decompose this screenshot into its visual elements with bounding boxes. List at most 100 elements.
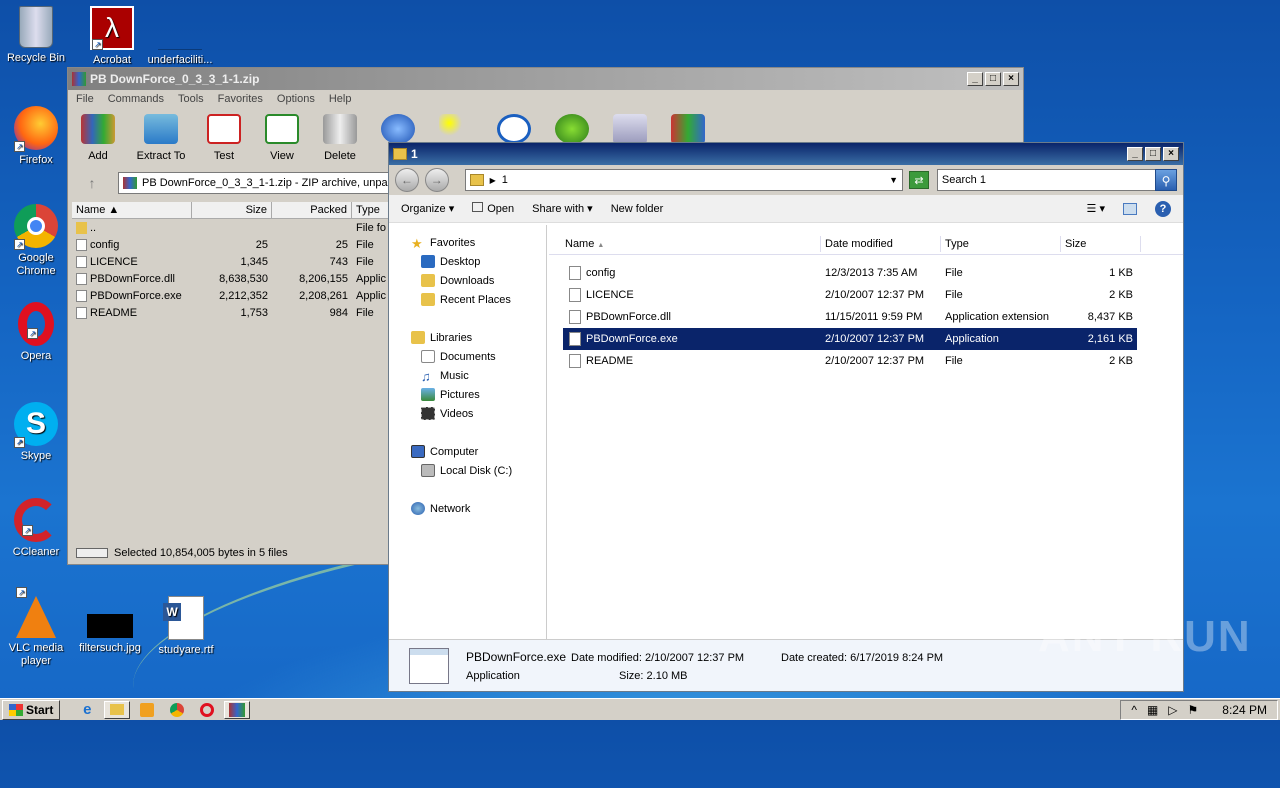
col-packed[interactable]: Packed — [272, 202, 352, 218]
nav-local-disk[interactable]: Local Disk (C:) — [389, 461, 546, 480]
tray-volume-icon[interactable]: ▷ — [1168, 703, 1177, 717]
cmd-label: Open — [487, 203, 515, 215]
list-item[interactable]: PBDownForce.dll 11/15/2011 9:59 PM Applica… — [563, 306, 1137, 328]
maximize-button[interactable]: □ — [1145, 147, 1161, 161]
col-type[interactable]: Type — [941, 235, 1061, 252]
table-row[interactable]: README 1,753 984 File — [72, 304, 388, 321]
desktop-icon-chrome[interactable]: ↗ Google Chrome — [2, 204, 70, 278]
delete-button[interactable]: Delete — [318, 114, 362, 166]
menu-commands[interactable]: Commands — [108, 93, 164, 107]
nav-favorites[interactable]: ★ Favorites — [389, 233, 546, 252]
nav-network[interactable]: Network — [389, 499, 546, 518]
file-icon — [76, 255, 87, 268]
forward-button[interactable]: → — [424, 168, 449, 192]
table-row[interactable]: PBDownForce.exe 2,212,352 2,208,261 Applic — [72, 287, 388, 304]
list-item[interactable]: config 12/3/2013 7:35 AM File 1 KB — [563, 262, 1137, 284]
list-item[interactable]: README 2/10/2007 12:37 PM File 2 KB — [563, 350, 1137, 372]
menu-file[interactable]: File — [76, 93, 94, 107]
desktop-icon-filtersuch[interactable]: filtersuch.jpg — [76, 596, 144, 655]
minimize-button[interactable]: _ — [1127, 147, 1143, 161]
desktop-icon-acrobat[interactable]: λ ↗ Acrobat — [78, 6, 146, 67]
explorer-titlebar[interactable]: 1 _ □ × — [389, 143, 1183, 165]
start-button[interactable]: Start — [2, 699, 61, 720]
new-folder-button[interactable]: New folder — [611, 203, 664, 215]
maximize-button[interactable]: □ — [985, 72, 1001, 86]
organize-button[interactable]: Organize ▾ — [401, 202, 454, 215]
exe-file-icon — [409, 648, 449, 684]
minimize-button[interactable]: _ — [967, 72, 983, 86]
preview-pane-icon[interactable] — [1123, 202, 1137, 215]
chevron-right-icon: ▶ — [489, 175, 496, 185]
tray-chevron-up-icon[interactable]: ^ — [1131, 703, 1137, 717]
help-icon[interactable]: ? — [1155, 200, 1171, 217]
close-button[interactable]: × — [1163, 147, 1179, 161]
extract-to-button[interactable]: Extract To — [134, 114, 188, 166]
desktop-icon-studyare[interactable]: W studyare.rtf — [152, 596, 220, 657]
taskbar-media-player-icon[interactable] — [134, 701, 160, 719]
nav-music[interactable]: ♫ Music — [389, 366, 546, 385]
table-row[interactable]: .. File fo — [72, 219, 388, 236]
desktop-icon-firefox[interactable]: ↗ Firefox — [2, 106, 70, 167]
list-item[interactable]: LICENCE 2/10/2007 12:37 PM File 2 KB — [563, 284, 1137, 306]
col-label: Name — [565, 237, 595, 250]
menu-tools[interactable]: Tools — [178, 93, 204, 107]
taskbar-ie-icon[interactable]: e — [74, 701, 100, 719]
winrar-titlebar[interactable]: PB DownForce_0_3_3_1-1.zip _ □ × — [68, 68, 1023, 90]
tray-network-icon[interactable]: ▦ — [1147, 703, 1158, 717]
up-arrow-icon[interactable]: ↑ — [72, 175, 112, 191]
chevron-down-icon[interactable]: ▼ — [889, 175, 898, 185]
desktop-icon-underfaciliti[interactable]: underfaciliti... — [146, 6, 214, 67]
add-button[interactable]: Add — [76, 114, 120, 166]
tray-flag-icon[interactable]: ⚑ — [1188, 703, 1199, 717]
search-input[interactable]: Search 1 — [936, 169, 1158, 191]
view-options-icon[interactable]: ☰ ▾ — [1087, 202, 1105, 215]
taskbar-winrar-icon[interactable] — [224, 700, 251, 719]
desktop-icon-skype[interactable]: S ↗ Skype — [2, 402, 70, 463]
table-row[interactable]: config 25 25 File — [72, 236, 388, 253]
test-button[interactable]: Test — [202, 114, 246, 166]
nav-documents[interactable]: Documents — [389, 347, 546, 366]
col-type[interactable]: Type — [352, 202, 388, 218]
file-date: 2/10/2007 12:37 PM — [825, 333, 925, 345]
file-icon — [569, 332, 581, 346]
file-name: README — [586, 354, 634, 367]
file-list[interactable]: Name ▲ Date modified Type Size config 12/… — [549, 225, 1183, 639]
back-button[interactable]: ← — [395, 168, 419, 192]
col-date[interactable]: Date modified — [821, 235, 941, 252]
nav-videos[interactable]: Videos — [389, 404, 546, 423]
table-row[interactable]: PBDownForce.dll 8,638,530 8,206,155 Applic — [72, 270, 388, 287]
winrar-filelist[interactable]: Name ▲ Size Packed Type .. File fo config 2… — [72, 202, 388, 544]
nav-desktop[interactable]: Desktop — [389, 252, 546, 271]
nav-pictures[interactable]: Pictures — [389, 385, 546, 404]
desktop-icon-ccleaner[interactable]: ↗ CCleaner — [2, 498, 70, 559]
search-icon[interactable]: ⚲ — [1155, 169, 1177, 191]
close-button[interactable]: × — [1003, 72, 1019, 86]
refresh-button[interactable]: ⇄ — [909, 171, 929, 189]
col-name[interactable]: Name ▲ — [72, 202, 192, 218]
col-size[interactable]: Size — [192, 202, 272, 218]
view-button[interactable]: View — [260, 114, 304, 166]
table-row[interactable]: LICENCE 1,345 743 File — [72, 253, 388, 270]
desktop-icon-opera[interactable]: ↗ Opera — [2, 302, 70, 363]
address-bar[interactable]: ▶ 1 ▼ — [464, 169, 904, 191]
nav-libraries[interactable]: Libraries — [389, 328, 546, 347]
share-with-button[interactable]: Share with ▾ — [532, 202, 593, 215]
desktop-icon-vlc[interactable]: ↗ VLC media player — [2, 587, 70, 668]
open-button[interactable]: Open — [472, 202, 514, 215]
nav-recent-places[interactable]: Recent Places — [389, 290, 546, 309]
nav-downloads[interactable]: Downloads — [389, 271, 546, 290]
menu-help[interactable]: Help — [329, 93, 352, 107]
nav-computer[interactable]: Computer — [389, 442, 546, 461]
taskbar-chrome-icon[interactable] — [164, 701, 190, 719]
menu-favorites[interactable]: Favorites — [218, 93, 263, 107]
taskbar-opera-icon[interactable] — [194, 701, 220, 719]
winrar-column-header: Name ▲ Size Packed Type — [72, 202, 388, 219]
menu-options[interactable]: Options — [277, 93, 315, 107]
taskbar-explorer-icon[interactable] — [104, 700, 131, 719]
explorer-window[interactable]: 1 _ □ × ← → ▶ 1 ▼ ⇄ Search 1 ⚲ Organize … — [388, 142, 1184, 692]
col-name[interactable]: Name ▲ — [549, 235, 821, 252]
desktop-icon-recycle-bin[interactable]: Recycle Bin — [2, 6, 70, 65]
list-item[interactable]: PBDownForce.exe 2/10/2007 12:37 PM Applica… — [563, 328, 1137, 350]
col-size[interactable]: Size — [1061, 235, 1141, 252]
clock[interactable]: 8:24 PM — [1222, 703, 1267, 717]
